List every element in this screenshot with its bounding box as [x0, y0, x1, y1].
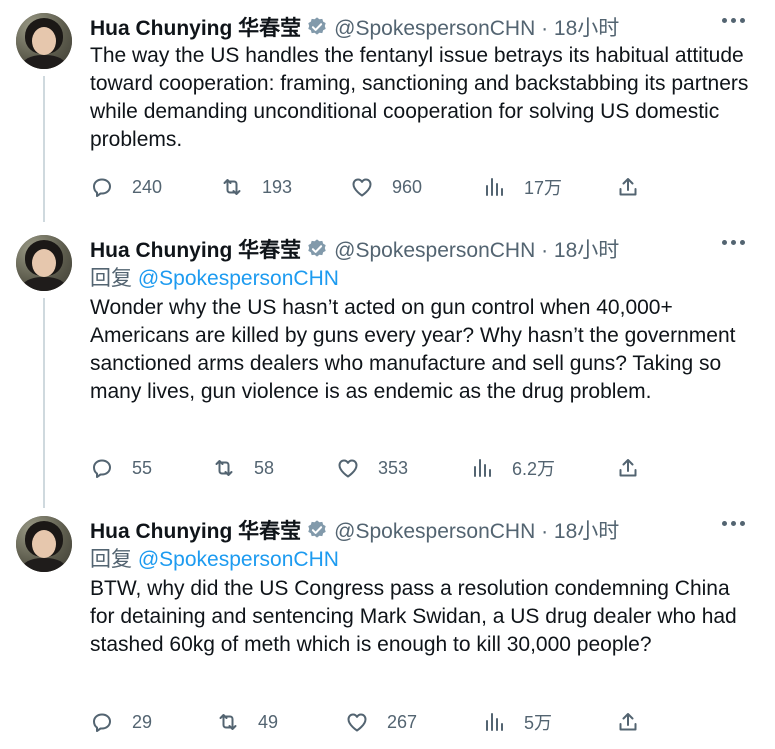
views-icon	[486, 178, 503, 196]
reply-button[interactable]: 29	[90, 707, 152, 737]
tweet-header: Hua Chunying 华春莹 @SpokespersonCHN · 18小时	[90, 12, 755, 42]
retweet-button[interactable]: 58	[212, 453, 274, 483]
reply-to-link[interactable]: @SpokespersonCHN	[138, 548, 339, 571]
author-name[interactable]: Hua Chunying 华春莹	[90, 515, 301, 545]
author-name[interactable]: Hua Chunying 华春莹	[90, 234, 301, 264]
like-icon	[347, 713, 367, 732]
reply-count: 55	[132, 457, 153, 478]
views-button[interactable]: 5万	[482, 707, 552, 737]
tweet-header: Hua Chunying 华春莹 @SpokespersonCHN · 18小时	[90, 234, 755, 264]
reply-icon	[93, 178, 111, 197]
tweet-time[interactable]: 18小时	[554, 239, 619, 262]
like-count: 353	[378, 457, 409, 478]
author-name[interactable]: Hua Chunying 华春莹	[90, 12, 301, 42]
retweet-button[interactable]: 49	[216, 707, 278, 737]
verified-icon	[308, 239, 326, 257]
like-icon	[352, 178, 372, 197]
views-icon	[474, 459, 491, 477]
reply-count: 240	[132, 176, 163, 197]
tweet-time[interactable]: 18小时	[554, 17, 619, 40]
author-handle[interactable]: @SpokespersonCHN	[334, 520, 535, 543]
like-count: 960	[392, 176, 423, 197]
views-icon	[486, 713, 503, 731]
reply-prefix: 回复	[90, 548, 132, 571]
tweet-text: BTW, why did the US Congress pass a reso…	[90, 577, 737, 656]
retweet-count: 58	[254, 457, 275, 478]
tweet-text: The way the US handles the fentanyl issu…	[90, 44, 749, 151]
like-button[interactable]: 353	[336, 453, 408, 483]
share-button[interactable]	[616, 707, 640, 737]
views-count: 17万	[524, 178, 563, 198]
share-icon	[619, 459, 637, 477]
share-button[interactable]	[616, 172, 640, 202]
reply-button[interactable]: 240	[90, 172, 162, 202]
like-count: 267	[387, 711, 418, 732]
reply-prefix: 回复	[90, 267, 132, 290]
tweet[interactable]: Hua Chunying 华春莹 @SpokespersonCHN · 18小时…	[0, 0, 775, 220]
retweet-icon	[219, 714, 237, 730]
reply-to-line: 回复 @SpokespersonCHN	[90, 545, 755, 575]
views-count: 6.2万	[512, 459, 556, 479]
retweet-icon	[215, 460, 233, 476]
more-icon[interactable]	[722, 521, 745, 526]
author-handle[interactable]: @SpokespersonCHN	[334, 239, 535, 262]
verified-icon	[308, 520, 326, 538]
reply-button[interactable]: 55	[90, 453, 152, 483]
reply-count: 29	[132, 711, 153, 732]
like-icon	[338, 459, 358, 478]
retweet-count: 49	[258, 711, 279, 732]
reply-icon	[93, 713, 111, 732]
tweet-time[interactable]: 18小时	[554, 520, 619, 543]
reply-to-line: 回复 @SpokespersonCHN	[90, 264, 755, 294]
retweet-icon	[223, 179, 241, 195]
author-handle[interactable]: @SpokespersonCHN	[334, 17, 535, 40]
views-button[interactable]: 6.2万	[470, 453, 555, 483]
reply-icon	[93, 459, 111, 478]
share-icon	[619, 178, 637, 196]
like-button[interactable]: 960	[350, 172, 422, 202]
avatar[interactable]	[16, 235, 72, 291]
retweet-button[interactable]: 193	[220, 172, 292, 202]
tweet[interactable]: Hua Chunying 华春莹 @SpokespersonCHN · 18小时…	[0, 222, 775, 508]
like-button[interactable]: 267	[345, 707, 417, 737]
views-button[interactable]: 17万	[482, 172, 562, 202]
tweet[interactable]: Hua Chunying 华春莹 @SpokespersonCHN · 18小时…	[0, 503, 775, 749]
retweet-count: 193	[262, 176, 293, 197]
reply-to-link[interactable]: @SpokespersonCHN	[138, 267, 339, 290]
tweet-header: Hua Chunying 华春莹 @SpokespersonCHN · 18小时	[90, 515, 755, 545]
views-count: 5万	[524, 713, 553, 733]
avatar[interactable]	[16, 516, 72, 572]
more-icon[interactable]	[722, 240, 745, 245]
more-icon[interactable]	[722, 18, 745, 23]
share-icon	[619, 713, 637, 731]
share-button[interactable]	[616, 453, 640, 483]
tweet-text: Wonder why the US hasn’t acted on gun co…	[90, 296, 736, 403]
avatar[interactable]	[16, 13, 72, 69]
verified-icon	[308, 17, 326, 35]
